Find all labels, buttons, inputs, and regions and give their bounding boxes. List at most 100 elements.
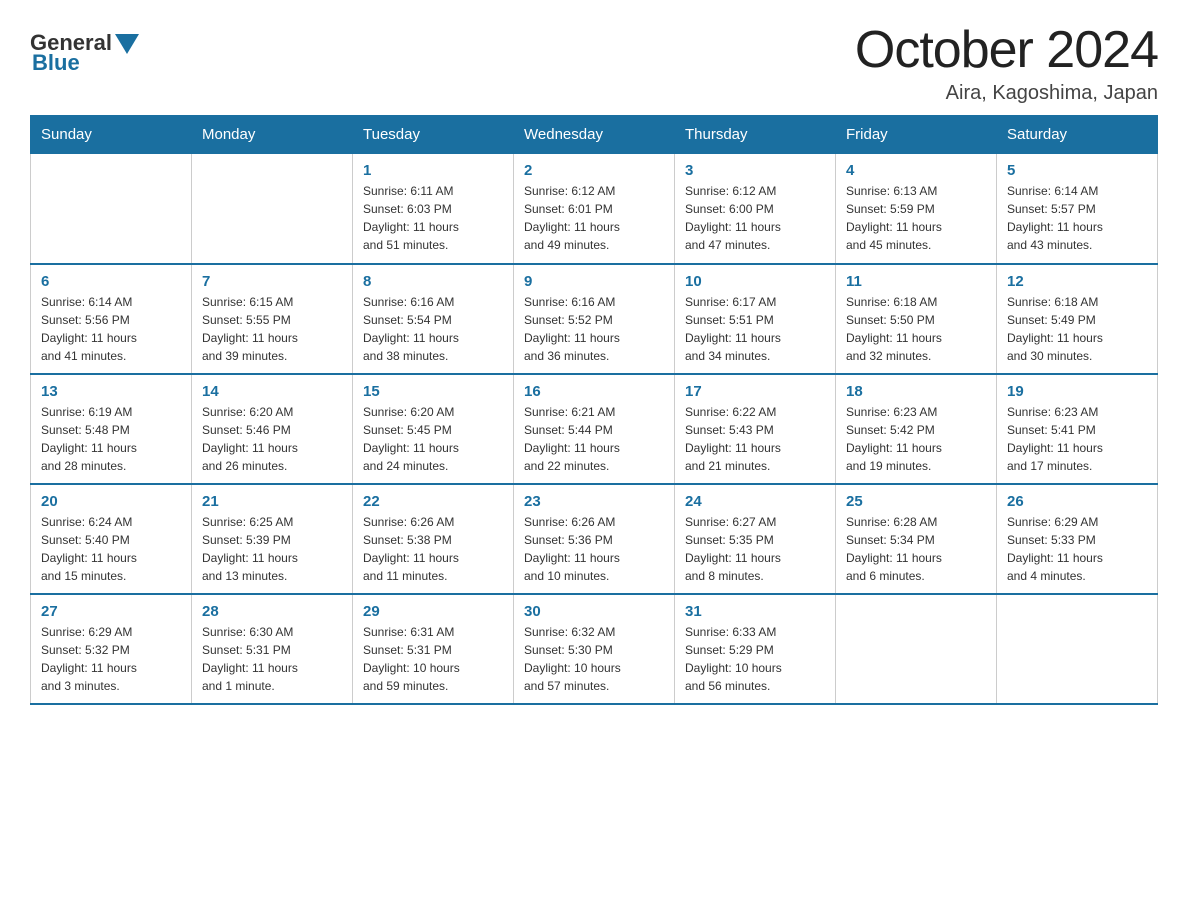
day-info: Sunrise: 6:12 AM Sunset: 6:01 PM Dayligh… xyxy=(524,182,664,254)
day-info: Sunrise: 6:32 AM Sunset: 5:30 PM Dayligh… xyxy=(524,623,664,695)
page-header: General Blue October 2024 Aira, Kagoshim… xyxy=(30,20,1158,105)
day-number: 6 xyxy=(41,273,181,290)
calendar-header-row: SundayMondayTuesdayWednesdayThursdayFrid… xyxy=(31,116,1158,154)
day-info: Sunrise: 6:15 AM Sunset: 5:55 PM Dayligh… xyxy=(202,293,342,365)
calendar-week-row: 6 Sunrise: 6:14 AM Sunset: 5:56 PM Daylig… xyxy=(31,264,1158,374)
calendar-cell: 5Sunrise: 6:14 AM Sunset: 5:57 PM Daylig… xyxy=(997,154,1158,264)
calendar-week-row: 27 Sunrise: 6:29 AM Sunset: 5:32 PM Dayli… xyxy=(31,594,1158,704)
day-info: Sunrise: 6:27 AM Sunset: 5:35 PM Dayligh… xyxy=(685,513,825,585)
calendar-cell: 18 Sunrise: 6:23 AM Sunset: 5:42 PM Dayli… xyxy=(836,374,997,484)
calendar-header-monday: Monday xyxy=(192,116,353,154)
calendar-cell: 20 Sunrise: 6:24 AM Sunset: 5:40 PM Dayli… xyxy=(31,484,192,594)
day-info: Sunrise: 6:18 AM Sunset: 5:49 PM Dayligh… xyxy=(1007,293,1147,365)
day-number: 18 xyxy=(846,383,986,400)
calendar-cell: 29 Sunrise: 6:31 AM Sunset: 5:31 PM Dayli… xyxy=(353,594,514,704)
calendar-cell: 8 Sunrise: 6:16 AM Sunset: 5:54 PM Daylig… xyxy=(353,264,514,374)
calendar-cell: 7 Sunrise: 6:15 AM Sunset: 5:55 PM Daylig… xyxy=(192,264,353,374)
day-number: 17 xyxy=(685,383,825,400)
calendar-header-tuesday: Tuesday xyxy=(353,116,514,154)
day-info: Sunrise: 6:23 AM Sunset: 5:42 PM Dayligh… xyxy=(846,403,986,475)
calendar-cell: 27 Sunrise: 6:29 AM Sunset: 5:32 PM Dayli… xyxy=(31,594,192,704)
day-info: Sunrise: 6:20 AM Sunset: 5:46 PM Dayligh… xyxy=(202,403,342,475)
day-info: Sunrise: 6:23 AM Sunset: 5:41 PM Dayligh… xyxy=(1007,403,1147,475)
title-block: October 2024 Aira, Kagoshima, Japan xyxy=(855,20,1158,105)
day-info: Sunrise: 6:18 AM Sunset: 5:50 PM Dayligh… xyxy=(846,293,986,365)
calendar-cell: 23 Sunrise: 6:26 AM Sunset: 5:36 PM Dayli… xyxy=(514,484,675,594)
day-info: Sunrise: 6:26 AM Sunset: 5:38 PM Dayligh… xyxy=(363,513,503,585)
day-number: 12 xyxy=(1007,273,1147,290)
day-number: 16 xyxy=(524,383,664,400)
day-info: Sunrise: 6:21 AM Sunset: 5:44 PM Dayligh… xyxy=(524,403,664,475)
day-number: 26 xyxy=(1007,493,1147,510)
day-info: Sunrise: 6:17 AM Sunset: 5:51 PM Dayligh… xyxy=(685,293,825,365)
calendar-cell: 2 Sunrise: 6:12 AM Sunset: 6:01 PM Daylig… xyxy=(514,154,675,264)
day-number: 8 xyxy=(363,273,503,290)
calendar-cell: 14Sunrise: 6:20 AM Sunset: 5:46 PM Dayli… xyxy=(192,374,353,484)
day-info: Sunrise: 6:12 AM Sunset: 6:00 PM Dayligh… xyxy=(685,182,825,254)
day-info: Sunrise: 6:29 AM Sunset: 5:32 PM Dayligh… xyxy=(41,623,181,695)
calendar-cell: 26 Sunrise: 6:29 AM Sunset: 5:33 PM Dayli… xyxy=(997,484,1158,594)
day-number: 24 xyxy=(685,493,825,510)
calendar-week-row: 13 Sunrise: 6:19 AM Sunset: 5:48 PM Dayli… xyxy=(31,374,1158,484)
calendar-header-wednesday: Wednesday xyxy=(514,116,675,154)
day-info: Sunrise: 6:14 AM Sunset: 5:56 PM Dayligh… xyxy=(41,293,181,365)
calendar-cell: 17 Sunrise: 6:22 AM Sunset: 5:43 PM Dayli… xyxy=(675,374,836,484)
day-number: 13 xyxy=(41,383,181,400)
day-number: 4 xyxy=(846,162,986,179)
day-number: 22 xyxy=(363,493,503,510)
day-info: Sunrise: 6:24 AM Sunset: 5:40 PM Dayligh… xyxy=(41,513,181,585)
location: Aira, Kagoshima, Japan xyxy=(855,82,1158,105)
day-info: Sunrise: 6:20 AM Sunset: 5:45 PM Dayligh… xyxy=(363,403,503,475)
day-number: 19 xyxy=(1007,383,1147,400)
day-number: 27 xyxy=(41,603,181,620)
calendar-cell: 24 Sunrise: 6:27 AM Sunset: 5:35 PM Dayli… xyxy=(675,484,836,594)
calendar-table: SundayMondayTuesdayWednesdayThursdayFrid… xyxy=(30,115,1158,705)
calendar-cell: 3 Sunrise: 6:12 AM Sunset: 6:00 PM Daylig… xyxy=(675,154,836,264)
calendar-cell: 19 Sunrise: 6:23 AM Sunset: 5:41 PM Dayli… xyxy=(997,374,1158,484)
calendar-header-thursday: Thursday xyxy=(675,116,836,154)
calendar-cell: 16 Sunrise: 6:21 AM Sunset: 5:44 PM Dayli… xyxy=(514,374,675,484)
day-number: 29 xyxy=(363,603,503,620)
day-number: 25 xyxy=(846,493,986,510)
calendar-cell: 25Sunrise: 6:28 AM Sunset: 5:34 PM Dayli… xyxy=(836,484,997,594)
logo: General Blue xyxy=(30,30,139,76)
day-info: Sunrise: 6:22 AM Sunset: 5:43 PM Dayligh… xyxy=(685,403,825,475)
day-number: 2 xyxy=(524,162,664,179)
calendar-cell: 28 Sunrise: 6:30 AM Sunset: 5:31 PM Dayli… xyxy=(192,594,353,704)
calendar-cell xyxy=(31,154,192,264)
calendar-cell: 12 Sunrise: 6:18 AM Sunset: 5:49 PM Dayli… xyxy=(997,264,1158,374)
day-number: 23 xyxy=(524,493,664,510)
calendar-cell: 22 Sunrise: 6:26 AM Sunset: 5:38 PM Dayli… xyxy=(353,484,514,594)
day-number: 7 xyxy=(202,273,342,290)
logo-blue-text: Blue xyxy=(32,50,80,76)
day-number: 21 xyxy=(202,493,342,510)
calendar-week-row: 1Sunrise: 6:11 AM Sunset: 6:03 PM Daylig… xyxy=(31,154,1158,264)
day-number: 28 xyxy=(202,603,342,620)
day-info: Sunrise: 6:29 AM Sunset: 5:33 PM Dayligh… xyxy=(1007,513,1147,585)
day-number: 20 xyxy=(41,493,181,510)
calendar-cell: 4 Sunrise: 6:13 AM Sunset: 5:59 PM Daylig… xyxy=(836,154,997,264)
day-number: 10 xyxy=(685,273,825,290)
calendar-week-row: 20 Sunrise: 6:24 AM Sunset: 5:40 PM Dayli… xyxy=(31,484,1158,594)
day-info: Sunrise: 6:31 AM Sunset: 5:31 PM Dayligh… xyxy=(363,623,503,695)
day-info: Sunrise: 6:16 AM Sunset: 5:54 PM Dayligh… xyxy=(363,293,503,365)
calendar-cell: 30Sunrise: 6:32 AM Sunset: 5:30 PM Dayli… xyxy=(514,594,675,704)
day-info: Sunrise: 6:13 AM Sunset: 5:59 PM Dayligh… xyxy=(846,182,986,254)
calendar-cell xyxy=(836,594,997,704)
day-info: Sunrise: 6:26 AM Sunset: 5:36 PM Dayligh… xyxy=(524,513,664,585)
calendar-body: 1Sunrise: 6:11 AM Sunset: 6:03 PM Daylig… xyxy=(31,154,1158,704)
calendar-cell: 15Sunrise: 6:20 AM Sunset: 5:45 PM Dayli… xyxy=(353,374,514,484)
calendar-header-friday: Friday xyxy=(836,116,997,154)
day-number: 3 xyxy=(685,162,825,179)
calendar-cell: 9 Sunrise: 6:16 AM Sunset: 5:52 PM Daylig… xyxy=(514,264,675,374)
day-number: 9 xyxy=(524,273,664,290)
day-info: Sunrise: 6:30 AM Sunset: 5:31 PM Dayligh… xyxy=(202,623,342,695)
day-info: Sunrise: 6:16 AM Sunset: 5:52 PM Dayligh… xyxy=(524,293,664,365)
calendar-cell: 6 Sunrise: 6:14 AM Sunset: 5:56 PM Daylig… xyxy=(31,264,192,374)
calendar-cell xyxy=(192,154,353,264)
day-number: 31 xyxy=(685,603,825,620)
day-info: Sunrise: 6:33 AM Sunset: 5:29 PM Dayligh… xyxy=(685,623,825,695)
day-info: Sunrise: 6:19 AM Sunset: 5:48 PM Dayligh… xyxy=(41,403,181,475)
calendar-header-saturday: Saturday xyxy=(997,116,1158,154)
calendar-cell: 31 Sunrise: 6:33 AM Sunset: 5:29 PM Dayli… xyxy=(675,594,836,704)
